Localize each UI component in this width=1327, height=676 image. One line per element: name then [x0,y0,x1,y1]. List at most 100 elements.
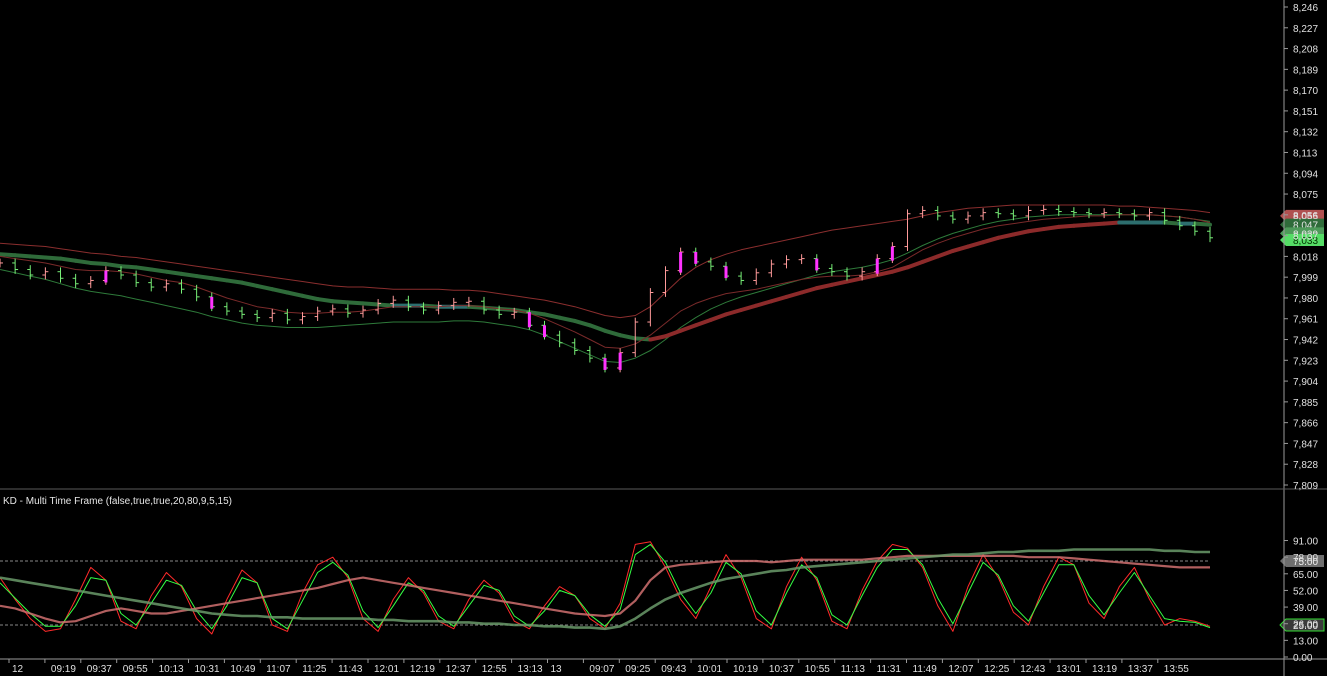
time-tick-label: 11:31 [877,664,902,675]
slow-average-segment [179,271,199,279]
price-tick-label: 8,246 [1293,3,1318,14]
slow-average-segment [345,300,365,306]
time-tick-label: 11:13 [841,664,866,675]
slow-average-segment [1087,221,1107,227]
time-tick-label: 13:55 [1164,664,1189,675]
osc-tick-label: 52.00 [1293,586,1318,597]
time-tick-label: 12:19 [410,664,435,675]
slow-average-segment [1071,222,1091,228]
time-tick-label: 12:01 [374,664,399,675]
time-tick-label: 13:19 [1092,664,1117,675]
time-tick-label: 09:25 [625,664,650,675]
time-tick-label: 12:43 [1020,664,1045,675]
price-tick-label: 7,999 [1293,273,1318,284]
slow-average-segment [209,276,229,283]
price-tick-label: 8,056 [1293,211,1318,222]
time-tick-label: 10:13 [159,664,184,675]
slow-average-segment [1041,224,1061,232]
slow-average-segment [1192,221,1212,227]
slow-average-segment [149,267,169,274]
signal-bar [890,246,894,261]
time-tick-label: 10:19 [733,664,758,675]
slow-average-segment [1056,223,1076,229]
osc-tick-label: 78.00 [1293,553,1318,564]
slow-average-segment [224,278,244,285]
time-tick-label: 13 [551,664,563,675]
price-tick-label: 8,227 [1293,24,1318,35]
signal-bar [815,258,819,271]
signal-bar [694,252,698,264]
price-tick-label: 8,208 [1293,45,1318,56]
slow-average-segment [164,269,184,276]
price-tick-label: 8,113 [1293,148,1318,159]
signal-bar [724,266,728,279]
time-tick-label: 12:07 [948,664,973,675]
signal-bar [603,358,607,370]
signal-bar [543,325,546,338]
price-tick-label: 8,037 [1293,232,1318,243]
time-tick-label: 09:07 [589,664,614,675]
price-tick-label: 8,170 [1293,86,1318,97]
price-tick-label: 8,075 [1293,190,1318,201]
price-tick-label: 7,847 [1293,439,1318,450]
slow-average-segment [330,299,350,305]
price-tick-label: 8,151 [1293,107,1318,118]
slow-average-segment [119,264,139,270]
price-tick-label: 7,828 [1293,460,1318,471]
price-tick-label: 7,980 [1293,294,1318,305]
time-tick-label: 13:01 [1056,664,1081,675]
slow-average-segment [58,256,78,263]
oscillator-title: KD - Multi Time Frame (false,true,true,2… [3,496,232,507]
slow-average-segment [73,258,93,265]
osc-tick-label: 13.00 [1293,636,1318,647]
time-tick-label: 12:55 [482,664,507,675]
signal-bar [527,312,531,328]
slow-average-segment [134,265,154,272]
price-tick-label: 7,961 [1293,315,1318,326]
time-tick-label: 12:25 [984,664,1009,675]
slow-average-segment [28,254,48,260]
time-tick-label: 12 [12,664,24,675]
time-tick-label: 09:55 [123,664,148,675]
price-tick-label: 7,866 [1293,419,1318,430]
time-tick-label: 10:49 [230,664,255,675]
osc-tick-label: 26.00 [1293,620,1318,631]
time-tick-label: 10:31 [195,664,220,675]
time-tick-label: 13:13 [518,664,543,675]
slow-average-segment [1102,220,1122,226]
price-tick-label: 7,885 [1293,398,1318,409]
price-tick-label: 8,189 [1293,65,1318,76]
time-tick-label: 13:37 [1128,664,1153,675]
price-tick-label: 8,132 [1293,128,1318,139]
slow-average-segment [88,260,108,267]
price-tick-label: 7,904 [1293,377,1318,388]
slow-average-segment [1162,220,1182,226]
osc-tick-label: 91.00 [1293,537,1318,548]
time-tick-label: 10:37 [769,664,794,675]
time-tick-label: 11:25 [302,664,327,675]
slow-average-segment [194,274,214,281]
price-tick-label: 7,923 [1293,356,1318,367]
slow-average-segment [1026,227,1046,234]
osc-tick-label: 39.00 [1293,603,1318,614]
slow-average-segment [103,262,123,269]
osc-tick-label: 0.00 [1293,653,1313,664]
time-tick-label: 11:49 [913,664,938,675]
price-tick-label: 8,018 [1293,252,1318,263]
chart: 8,0558,0478,0398,033 KD - Multi Time Fra… [0,0,1327,676]
slow-average-segment [361,301,381,307]
price-tick-label: 7,809 [1293,481,1318,492]
time-tick-label: 12:37 [446,664,471,675]
time-tick-label: 11:07 [266,664,291,675]
slow-average-segment [43,255,63,261]
price-tick-label: 7,942 [1293,336,1318,347]
signal-bar [679,252,683,273]
signal-bar [210,296,214,309]
time-tick-label: 09:37 [87,664,112,675]
osc-tick-label: 65.00 [1293,570,1318,581]
slow-average-segment [13,253,33,259]
time-tick-label: 09:43 [661,664,686,675]
slow-average-segment [376,302,396,308]
slow-average-segment [0,252,18,258]
signal-bar [875,258,879,274]
